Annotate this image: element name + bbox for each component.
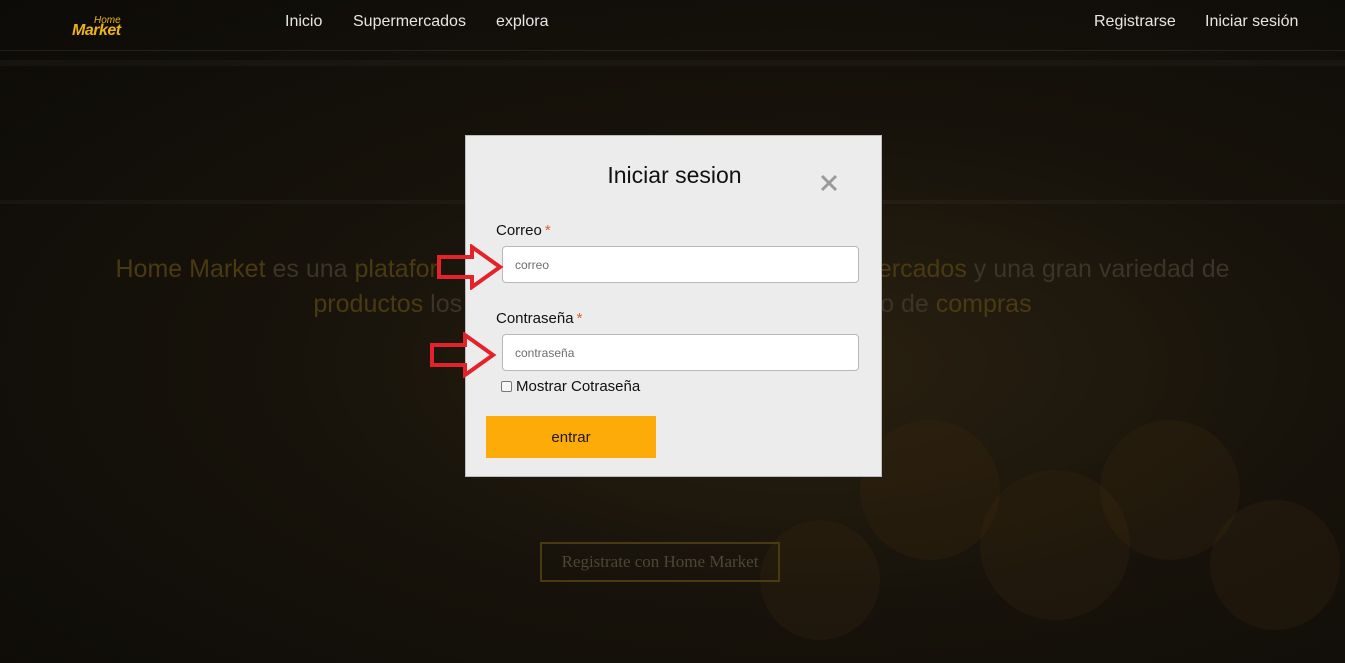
background-shelf bbox=[0, 60, 1345, 66]
email-label-text: Correo bbox=[496, 222, 542, 239]
nav-link-register[interactable]: Registrarse bbox=[1094, 13, 1176, 31]
nav-link-supermercados[interactable]: Supermercados bbox=[353, 13, 466, 31]
password-label: Contraseña * bbox=[496, 310, 582, 327]
hero-highlight-fragment: compras bbox=[935, 290, 1032, 318]
register-cta-button[interactable]: Registrate con Home Market bbox=[540, 542, 780, 582]
navbar: Home Market Inicio Supermercados explora… bbox=[0, 0, 1345, 51]
show-password-checkbox[interactable] bbox=[501, 380, 512, 392]
hero-highlight-fragment: ercados bbox=[877, 255, 967, 283]
nav-link-explora[interactable]: explora bbox=[496, 13, 548, 31]
red-arrow-icon bbox=[437, 244, 504, 290]
nav-link-inicio[interactable]: Inicio bbox=[285, 13, 322, 31]
background-orange bbox=[1210, 500, 1340, 630]
email-field[interactable] bbox=[502, 246, 859, 283]
login-modal: Iniciar sesion Correo* Contraseña* Mostr… bbox=[465, 135, 882, 477]
email-label: Correo * bbox=[496, 222, 551, 239]
submit-button[interactable]: entrar bbox=[486, 416, 656, 458]
required-mark: * bbox=[544, 222, 551, 239]
hero-highlight-fragment: platafor bbox=[354, 255, 438, 283]
hero-text-fragment: y una gran variedad de bbox=[966, 255, 1230, 283]
password-label-text: Contraseña bbox=[496, 310, 574, 327]
logo-bottom-text: Market bbox=[72, 22, 121, 39]
password-field[interactable] bbox=[502, 334, 859, 371]
hero-brand-text: Home Market bbox=[115, 255, 266, 283]
hero-highlight-fragment: productos bbox=[313, 290, 424, 318]
close-icon[interactable] bbox=[818, 172, 840, 194]
hero-text-fragment: es una bbox=[265, 255, 355, 283]
hero-text-fragment: los bbox=[423, 290, 463, 318]
nav-link-login[interactable]: Iniciar sesión bbox=[1205, 13, 1298, 31]
logo[interactable]: Home Market bbox=[72, 12, 132, 42]
show-password-toggle[interactable]: Mostrar Cotraseña bbox=[501, 377, 640, 395]
page: Home Market Inicio Supermercados explora… bbox=[0, 0, 1345, 663]
hero-text-fragment: o de bbox=[880, 290, 936, 318]
show-password-label: Mostrar Cotraseña bbox=[516, 377, 641, 395]
required-mark: * bbox=[576, 310, 583, 327]
red-arrow-icon bbox=[430, 332, 497, 378]
